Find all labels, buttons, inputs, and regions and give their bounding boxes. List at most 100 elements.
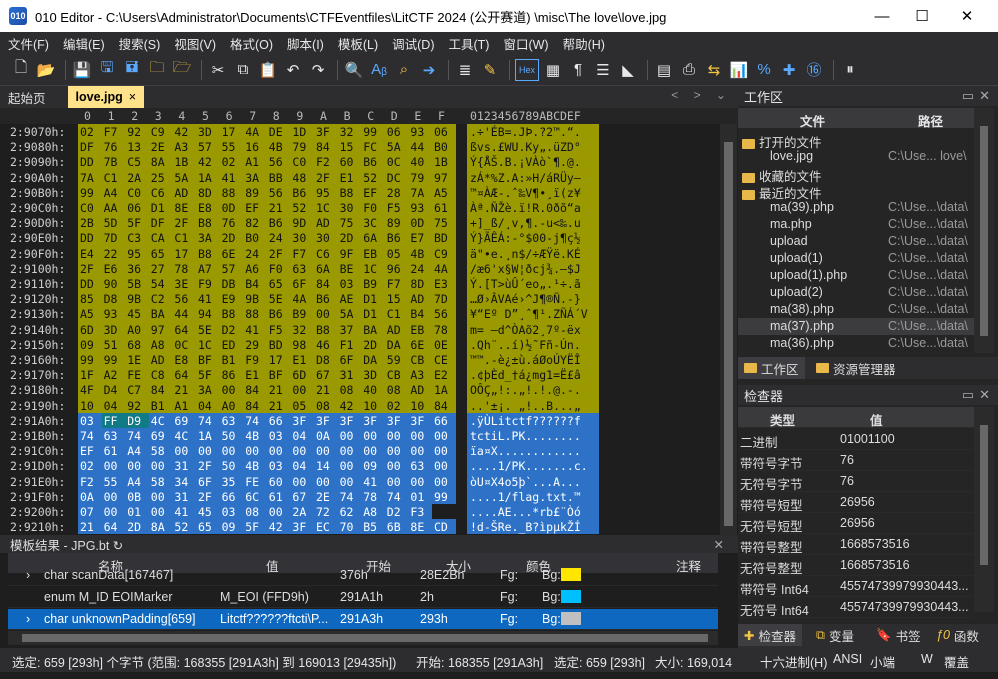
hex-ascii[interactable]: ä"•e.¸n$/÷ÆŸë.KÉ: [470, 247, 598, 261]
hex-byte[interactable]: 63: [104, 429, 118, 443]
hex-byte[interactable]: 6F: [198, 475, 212, 489]
hex-byte[interactable]: 6D: [292, 368, 306, 382]
base-converter-icon[interactable]: ⑯: [803, 59, 825, 81]
workspace-file-item[interactable]: ma(38).php C:\Use...\data\: [738, 301, 974, 318]
hex-byte[interactable]: 42: [198, 155, 212, 169]
paste-icon[interactable]: 📋: [257, 59, 279, 81]
hex-byte[interactable]: 2B: [80, 216, 94, 230]
hex-byte[interactable]: 2D: [222, 231, 236, 245]
hex-byte[interactable]: EF: [363, 186, 377, 200]
hex-byte[interactable]: A8: [151, 338, 165, 352]
hex-byte[interactable]: 7B: [104, 155, 118, 169]
hex-byte[interactable]: 00: [127, 459, 141, 473]
status-mode[interactable]: 十六进制(H): [760, 652, 827, 671]
close-button[interactable]: ✕: [944, 0, 990, 32]
hex-byte[interactable]: 66: [434, 414, 448, 428]
find-in-files-icon[interactable]: ⌕: [393, 59, 415, 81]
hex-byte[interactable]: FE: [127, 368, 141, 382]
hex-byte[interactable]: 7A: [410, 186, 424, 200]
hex-byte[interactable]: 00: [222, 444, 236, 458]
hex-byte[interactable]: 50: [222, 429, 236, 443]
hex-byte[interactable]: 5D: [104, 216, 118, 230]
hex-byte[interactable]: 62: [340, 505, 354, 519]
hex-byte[interactable]: 31: [340, 368, 354, 382]
hex-byte[interactable]: D1: [363, 292, 377, 306]
hex-byte[interactable]: A7: [198, 262, 212, 276]
hex-byte[interactable]: 06: [127, 201, 141, 215]
hex-byte[interactable]: 2D: [127, 520, 141, 534]
hex-byte[interactable]: C0: [292, 155, 306, 169]
hex-byte[interactable]: 3A: [198, 383, 212, 397]
hex-byte[interactable]: C5: [127, 155, 141, 169]
hex-byte[interactable]: 08: [340, 383, 354, 397]
hex-byte[interactable]: D2: [222, 323, 236, 337]
hex-byte[interactable]: 82: [245, 216, 259, 230]
hex-byte[interactable]: 00: [174, 444, 188, 458]
new-file-icon[interactable]: 🗋: [10, 59, 32, 81]
hex-byte[interactable]: 6D: [80, 323, 94, 337]
hex-byte[interactable]: AD: [174, 186, 188, 200]
menu-item-9[interactable]: 窗口(W): [503, 34, 548, 53]
hex-byte[interactable]: 00: [434, 429, 448, 443]
hex-byte[interactable]: DD: [80, 277, 94, 291]
hex-byte[interactable]: 3C: [363, 216, 377, 230]
inspector-row[interactable]: 无符号整型 1668573516: [738, 555, 974, 576]
hex-byte[interactable]: C9: [151, 125, 165, 139]
hex-byte[interactable]: CB: [410, 353, 424, 367]
save-all-icon[interactable]: 🖬: [121, 59, 143, 81]
hex-byte[interactable]: AD: [410, 383, 424, 397]
hex-byte[interactable]: 02: [387, 399, 401, 413]
hex-ascii[interactable]: ïa¤X............: [470, 444, 598, 458]
hex-byte[interactable]: B1: [151, 399, 165, 413]
line-width-icon[interactable]: ☰: [592, 59, 614, 81]
hex-byte[interactable]: DD: [80, 231, 94, 245]
menu-item-8[interactable]: 工具(T): [449, 34, 490, 53]
status-write[interactable]: W: [921, 652, 933, 666]
hex-byte[interactable]: 00: [387, 444, 401, 458]
hex-byte[interactable]: 2D: [363, 338, 377, 352]
hex-byte[interactable]: 36: [127, 262, 141, 276]
hex-byte[interactable]: 1C: [316, 201, 330, 215]
hex-byte[interactable]: 1B: [174, 155, 188, 169]
workspace-file-item[interactable]: ma(36).php C:\Use...\data\: [738, 335, 974, 352]
hex-byte[interactable]: 41: [363, 475, 377, 489]
hex-byte[interactable]: A1: [245, 155, 259, 169]
hex-byte[interactable]: 00: [340, 459, 354, 473]
hex-byte[interactable]: D2: [387, 505, 401, 519]
hex-byte[interactable]: 8E: [174, 201, 188, 215]
hex-byte[interactable]: 3D: [104, 323, 118, 337]
hex-byte[interactable]: F2: [316, 155, 330, 169]
hex-byte[interactable]: 4C: [151, 414, 165, 428]
hex-byte[interactable]: B8: [198, 216, 212, 230]
hex-byte[interactable]: 97: [151, 323, 165, 337]
redo-icon[interactable]: ↷: [307, 59, 329, 81]
hex-byte[interactable]: E3: [434, 277, 448, 291]
hex-byte[interactable]: E1: [340, 171, 354, 185]
hex-byte[interactable]: 5A: [387, 140, 401, 154]
hex-byte[interactable]: 95: [127, 247, 141, 261]
hex-byte[interactable]: 44: [174, 307, 188, 321]
hex-byte[interactable]: 6E: [222, 247, 236, 261]
panel-close-icon[interactable]: ✕: [979, 88, 990, 104]
hex-ascii[interactable]: Ý}ÃÊÁ:-°$00-j¶ç½: [470, 231, 598, 245]
replace-icon[interactable]: Aᵦ: [368, 59, 390, 81]
hex-byte[interactable]: 00: [434, 459, 448, 473]
hex-byte[interactable]: 2E: [151, 140, 165, 154]
hex-byte[interactable]: BA: [363, 323, 377, 337]
columns-icon[interactable]: ▦: [542, 59, 564, 81]
hex-byte[interactable]: 5B: [127, 277, 141, 291]
hex-byte[interactable]: 3D: [198, 125, 212, 139]
hex-byte[interactable]: 57: [222, 262, 236, 276]
hex-mode-button[interactable]: Hex: [515, 58, 539, 81]
hex-byte[interactable]: 04: [198, 399, 212, 413]
hex-byte[interactable]: DC: [387, 171, 401, 185]
hex-byte[interactable]: 08: [316, 399, 330, 413]
template-row[interactable]: › char scanData[167467] 376h 28E2Bh Fg: Bg:: [8, 565, 718, 586]
hex-byte[interactable]: 00: [104, 505, 118, 519]
hex-byte[interactable]: 4A: [245, 125, 259, 139]
hex-byte[interactable]: 00: [292, 475, 306, 489]
hex-byte[interactable]: 03: [80, 414, 94, 428]
hex-byte[interactable]: 63: [292, 262, 306, 276]
hex-byte[interactable]: 64: [104, 520, 118, 534]
hex-byte[interactable]: 8A: [151, 155, 165, 169]
